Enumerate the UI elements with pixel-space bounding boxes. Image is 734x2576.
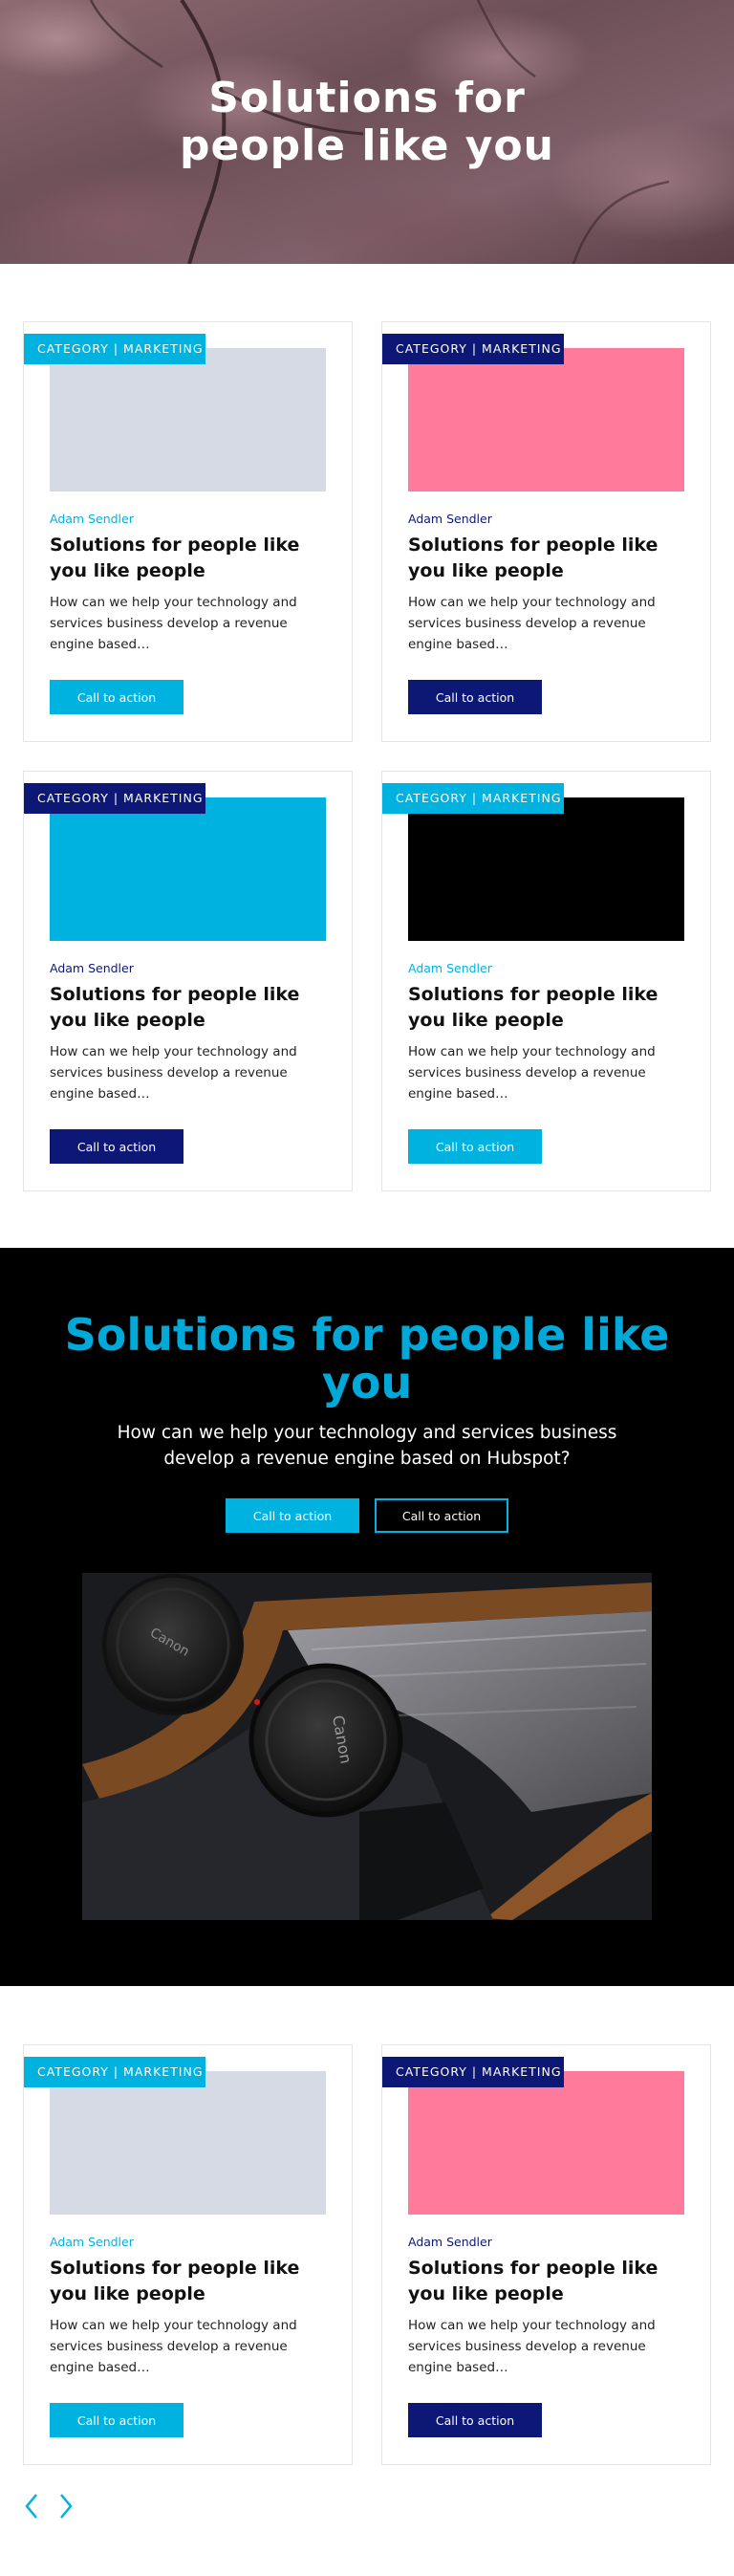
card-title: Solutions for people like you like peopl… bbox=[50, 535, 300, 581]
feature-title: Solutions for people like you bbox=[0, 1311, 734, 1407]
card-thumbnail bbox=[408, 2071, 684, 2215]
carousel-prev-button[interactable] bbox=[21, 2491, 44, 2521]
category-badge: CATEGORY | MARKETING bbox=[24, 783, 205, 814]
card-description: How can we help your technology and serv… bbox=[50, 595, 297, 652]
article-card: CATEGORY | MARKETING Adam Sendler Soluti… bbox=[23, 2044, 353, 2465]
card-title: Solutions for people like you like peopl… bbox=[408, 2258, 658, 2304]
hero-title: Solutions for people like you bbox=[0, 75, 734, 170]
card-author: Adam Sendler bbox=[408, 512, 492, 526]
feature-primary-cta-button[interactable]: Call to action bbox=[226, 1498, 359, 1533]
card-thumbnail bbox=[50, 348, 326, 491]
article-card: CATEGORY | MARKETING Adam Sendler Soluti… bbox=[23, 771, 353, 1191]
feature-title-line2: you bbox=[321, 1357, 413, 1408]
card-cta-button[interactable]: Call to action bbox=[50, 2403, 184, 2437]
chevron-right-icon bbox=[60, 2494, 73, 2519]
card-title: Solutions for people like you like peopl… bbox=[408, 984, 658, 1031]
card-title: Solutions for people like you like peopl… bbox=[408, 535, 658, 581]
card-thumbnail bbox=[408, 797, 684, 941]
card-description: How can we help your technology and serv… bbox=[50, 2318, 297, 2375]
card-description: How can we help your technology and serv… bbox=[408, 595, 656, 652]
feature-title-line1: Solutions for people like bbox=[64, 1309, 670, 1361]
category-badge: CATEGORY | MARKETING bbox=[24, 334, 205, 364]
card-thumbnail bbox=[50, 797, 326, 941]
card-description: How can we help your technology and serv… bbox=[50, 1044, 297, 1102]
card-author: Adam Sendler bbox=[408, 2235, 492, 2249]
article-card: CATEGORY | MARKETING Adam Sendler Soluti… bbox=[23, 321, 353, 742]
feature-section: Solutions for people like you How can we… bbox=[0, 1248, 734, 1986]
card-cta-button[interactable]: Call to action bbox=[408, 680, 542, 714]
article-card: CATEGORY | MARKETING Adam Sendler Soluti… bbox=[381, 321, 711, 742]
article-card: CATEGORY | MARKETING Adam Sendler Soluti… bbox=[381, 771, 711, 1191]
article-card: CATEGORY | MARKETING Adam Sendler Soluti… bbox=[381, 2044, 711, 2465]
card-description: How can we help your technology and serv… bbox=[408, 1044, 656, 1102]
card-grid-bottom: CATEGORY | MARKETING Adam Sendler Soluti… bbox=[0, 2044, 734, 2465]
category-badge: CATEGORY | MARKETING bbox=[24, 2057, 205, 2087]
card-cta-button[interactable]: Call to action bbox=[50, 1129, 184, 1164]
chevron-left-icon bbox=[25, 2494, 37, 2519]
carousel-next-button[interactable] bbox=[54, 2491, 76, 2521]
feature-secondary-cta-button[interactable]: Call to action bbox=[375, 1498, 508, 1533]
card-thumbnail bbox=[50, 2071, 326, 2215]
card-cta-button[interactable]: Call to action bbox=[50, 680, 184, 714]
card-thumbnail bbox=[408, 348, 684, 491]
camera-bag-photo: Canon Canon bbox=[82, 1573, 652, 1920]
card-author: Adam Sendler bbox=[50, 961, 134, 975]
hero-title-line1: Solutions for bbox=[208, 74, 526, 122]
card-cta-button[interactable]: Call to action bbox=[408, 1129, 542, 1164]
card-author: Adam Sendler bbox=[50, 2235, 134, 2249]
hero-title-line2: people like you bbox=[180, 121, 554, 170]
card-description: How can we help your technology and serv… bbox=[408, 2318, 656, 2375]
category-badge: CATEGORY | MARKETING bbox=[382, 783, 564, 814]
card-author: Adam Sendler bbox=[408, 961, 492, 975]
card-cta-button[interactable]: Call to action bbox=[408, 2403, 542, 2437]
feature-subtitle: How can we help your technology and serv… bbox=[117, 1423, 617, 1469]
card-grid-top: CATEGORY | MARKETING Adam Sendler Soluti… bbox=[0, 321, 734, 1191]
hero-banner: Solutions for people like you bbox=[0, 0, 734, 264]
card-author: Adam Sendler bbox=[50, 512, 134, 526]
card-title: Solutions for people like you like peopl… bbox=[50, 984, 300, 1031]
card-title: Solutions for people like you like peopl… bbox=[50, 2258, 300, 2304]
category-badge: CATEGORY | MARKETING bbox=[382, 334, 564, 364]
category-badge: CATEGORY | MARKETING bbox=[382, 2057, 564, 2087]
